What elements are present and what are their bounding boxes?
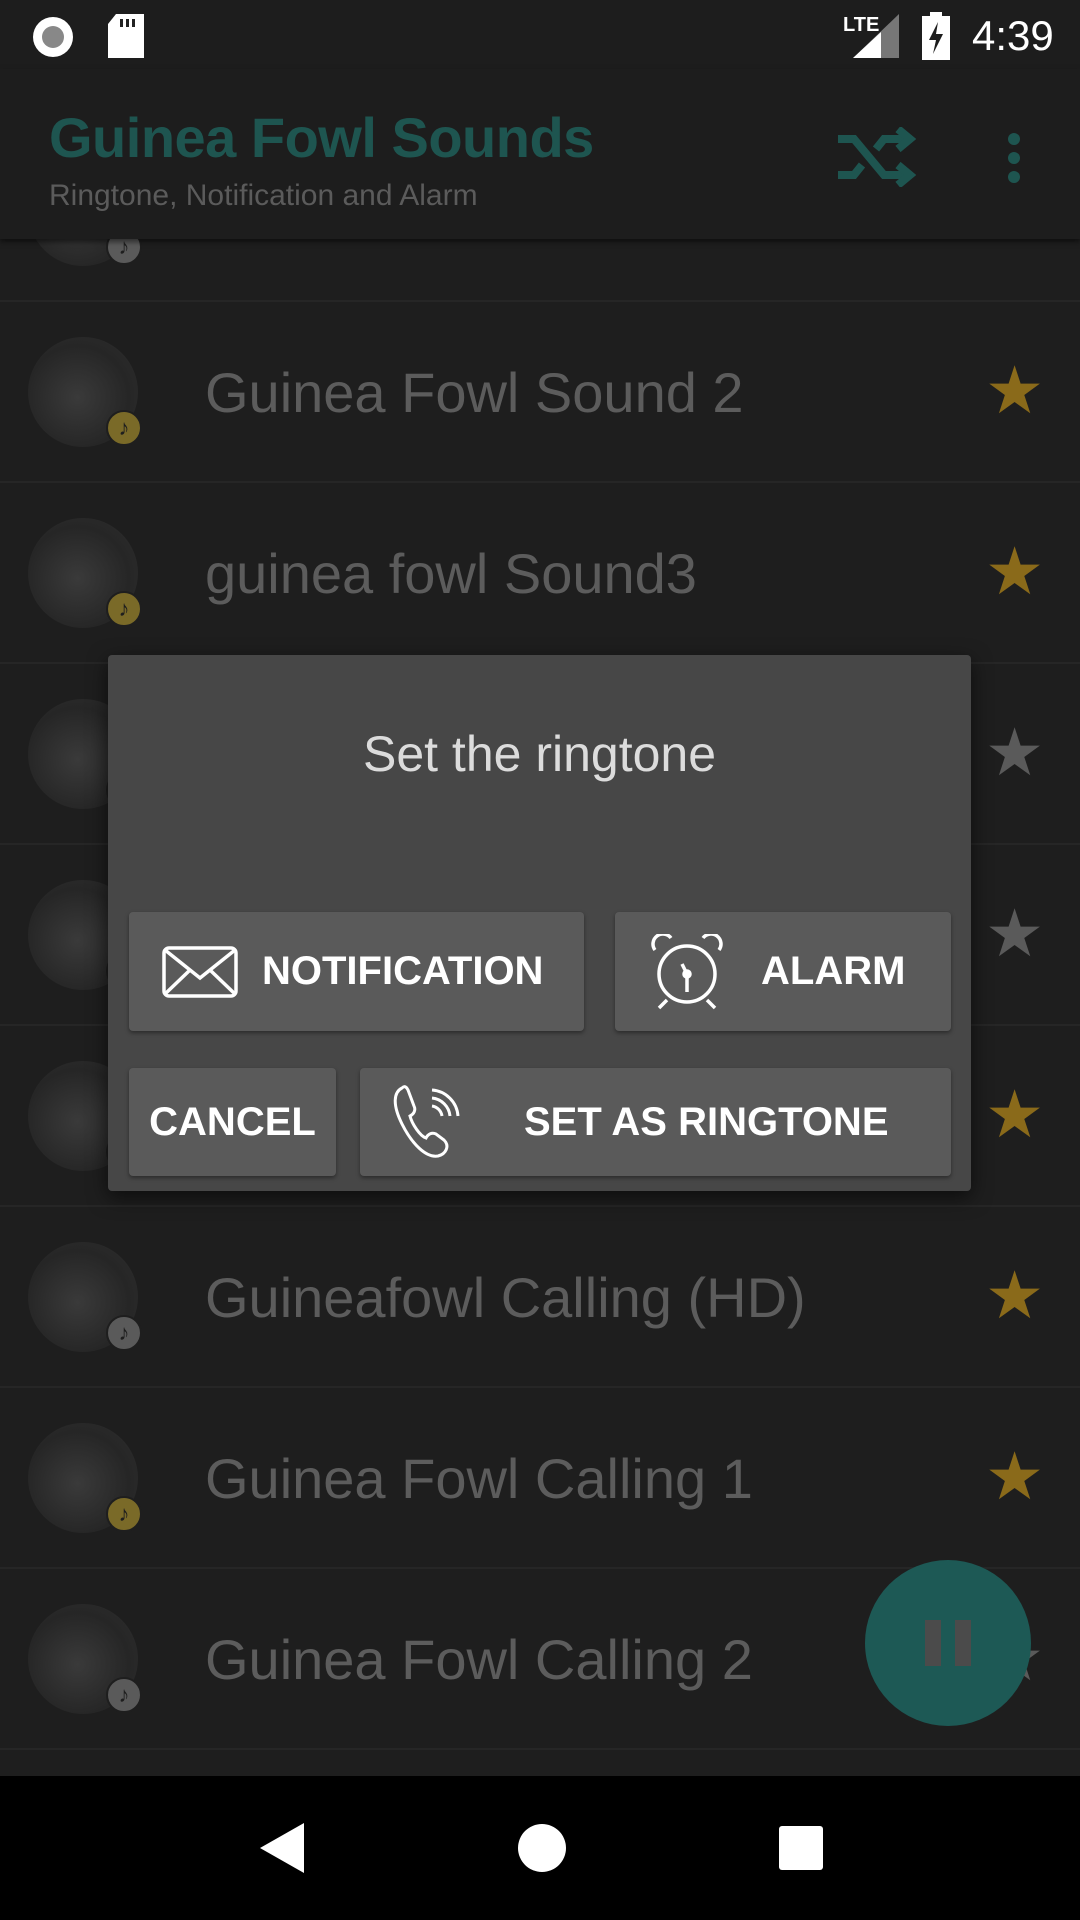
alarm-button[interactable]: ALARM	[615, 912, 951, 1031]
recents-icon[interactable]	[778, 1825, 824, 1871]
favorite-star-icon[interactable]: ★	[985, 719, 1044, 785]
sound-name: Guinea Fowl Sound 2	[205, 361, 744, 424]
favorite-star-icon[interactable]: ★	[985, 538, 1044, 604]
music-note-icon: ♪	[106, 1315, 142, 1351]
dialog-title: Set the ringtone	[362, 726, 717, 782]
app-bar: Guinea Fowl Sounds Ringtone, Notificatio…	[0, 69, 1080, 239]
phone-ringing-icon	[393, 1085, 460, 1158]
set-ringtone-dialog: Set the ringtone NOTIFICATION ALARM CANC…	[108, 655, 971, 1191]
list-item[interactable]: ♪ Guinea Fowl Calling 1 ★	[0, 1388, 1080, 1569]
music-note-icon: ♪	[106, 591, 142, 627]
favorite-star-icon[interactable]: ★	[985, 1443, 1044, 1509]
list-item[interactable]: ♪ guinea fowl Sound3 ★	[0, 483, 1080, 664]
app-subtitle: Ringtone, Notification and Alarm	[49, 179, 478, 212]
alarm-clock-icon	[651, 933, 723, 1009]
navigation-bar	[0, 1776, 1080, 1920]
back-icon[interactable]	[256, 1821, 306, 1875]
notification-label: NOTIFICATION	[262, 949, 544, 993]
pause-icon-bar	[955, 1620, 971, 1666]
pause-icon	[925, 1620, 941, 1666]
cancel-button[interactable]: CANCEL	[129, 1068, 336, 1176]
list-item[interactable]: ♪ Guinea Fowl Sound 2 ★	[0, 302, 1080, 483]
sound-name: Guinea Fowl Calling 2	[205, 1628, 753, 1691]
sound-name: Guineafowl Calling (HD)	[205, 1266, 806, 1329]
favorite-star-icon[interactable]: ★	[985, 1262, 1044, 1328]
set-as-ringtone-label: SET AS RINGTONE	[524, 1099, 889, 1144]
favorite-star-icon[interactable]: ★	[985, 357, 1044, 423]
music-note-icon: ♪	[106, 410, 142, 446]
more-vert-icon[interactable]	[1004, 133, 1024, 183]
envelope-icon	[162, 945, 238, 998]
status-bar: LTE 4:39	[0, 0, 1080, 69]
sound-name: Guinea Fowl Calling 1	[205, 1447, 753, 1510]
notification-button[interactable]: NOTIFICATION	[129, 912, 584, 1031]
sd-card-icon	[108, 14, 144, 58]
home-icon[interactable]	[517, 1823, 567, 1873]
list-item[interactable]: ♪ Guineafowl Calling (HD) ★	[0, 1207, 1080, 1388]
favorite-star-icon[interactable]: ★	[985, 1081, 1044, 1147]
music-note-icon: ♪	[106, 1496, 142, 1532]
pause-fab[interactable]	[865, 1560, 1031, 1726]
cancel-label: CANCEL	[149, 1099, 316, 1144]
clock: 4:39	[972, 12, 1054, 59]
music-note-icon: ♪	[106, 1677, 142, 1713]
app-title: Guinea Fowl Sounds	[49, 106, 594, 169]
signal-icon	[853, 14, 899, 58]
sound-name: guinea fowl Sound3	[205, 542, 697, 605]
battery-charging-icon	[922, 12, 950, 60]
record-icon	[33, 17, 73, 57]
alarm-label: ALARM	[761, 949, 906, 993]
set-as-ringtone-button[interactable]: SET AS RINGTONE	[360, 1068, 951, 1176]
favorite-star-icon[interactable]: ★	[985, 900, 1044, 966]
shuffle-icon[interactable]	[836, 127, 916, 187]
